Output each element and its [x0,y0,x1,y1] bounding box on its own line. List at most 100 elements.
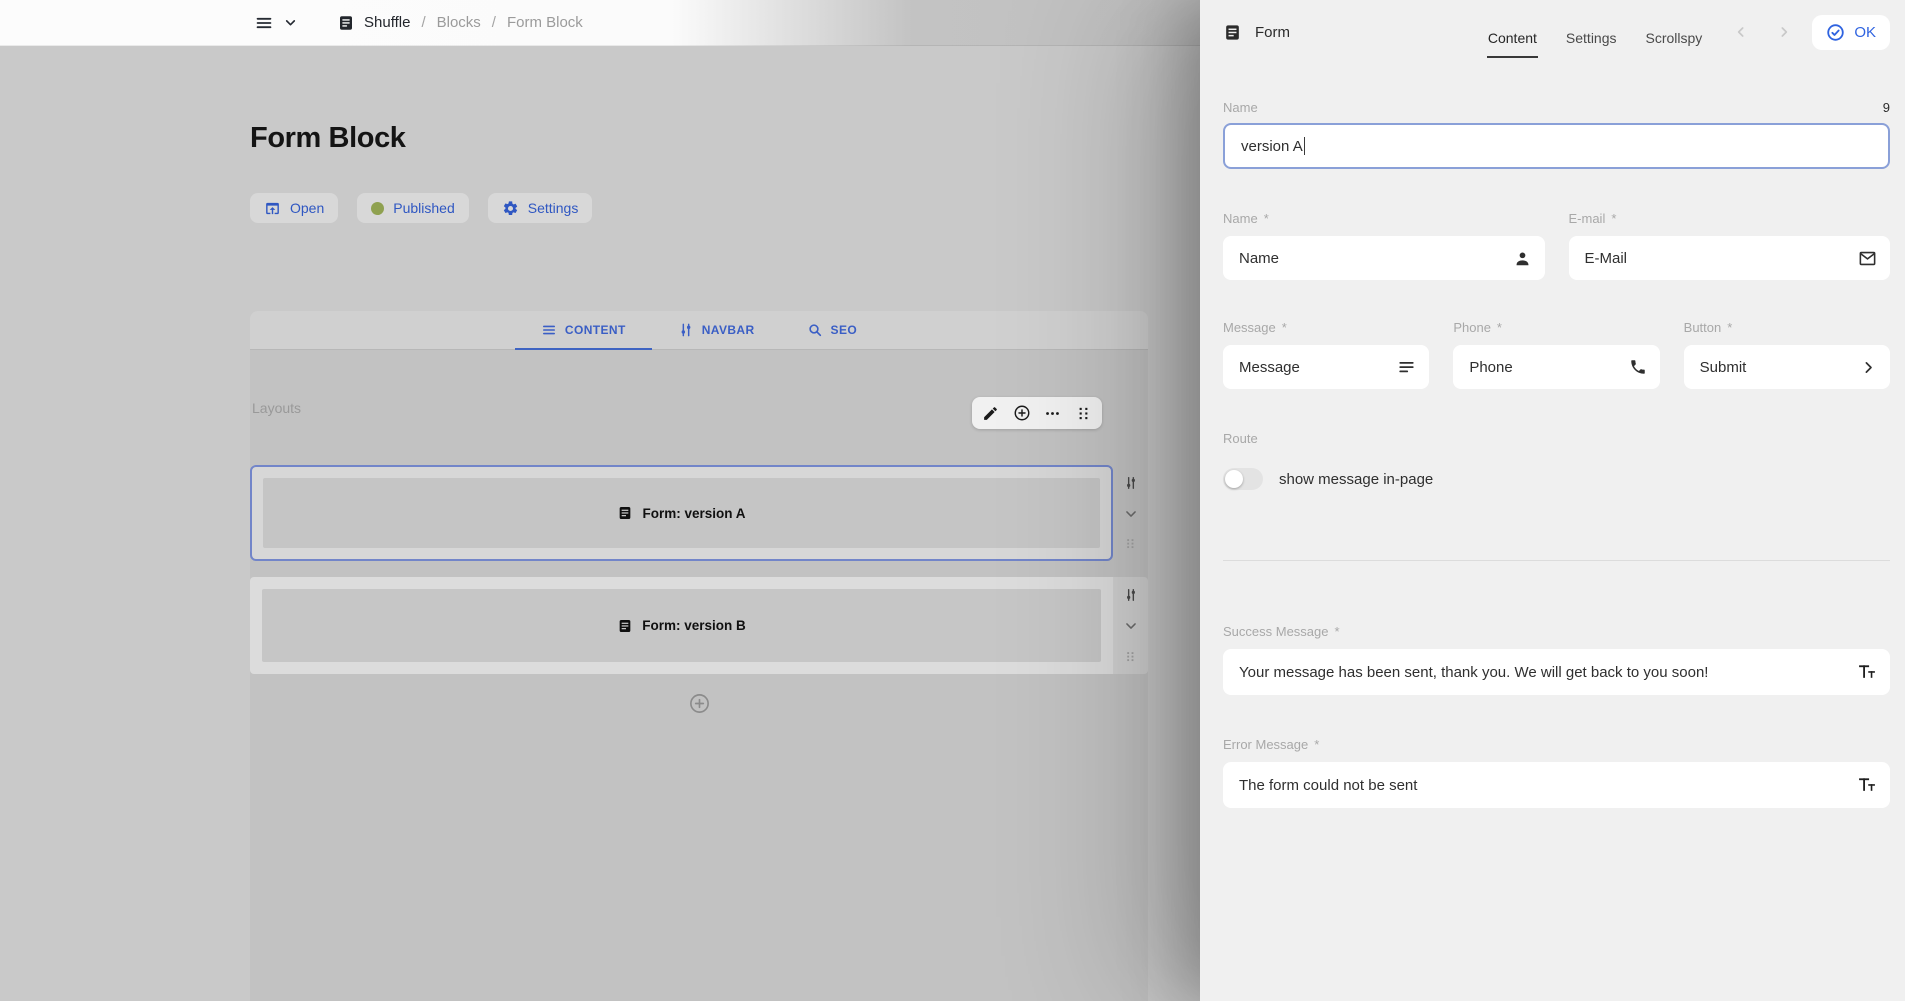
phone-icon [1629,358,1647,376]
open-button-label: Open [290,200,324,216]
email-field-value: E-Mail [1585,250,1628,267]
hamburger-icon [253,12,275,34]
divider [1223,560,1890,561]
block-name-value: version A [1241,138,1303,155]
block-settings-icon[interactable] [1124,588,1138,602]
settings-button[interactable]: Settings [488,193,593,223]
tab-navbar[interactable]: NAVBAR [652,311,781,349]
tab-content[interactable]: CONTENT [515,311,652,349]
tab-navbar-label: NAVBAR [702,323,755,337]
layout-block-label: Form: version B [642,618,746,633]
section-tabs: CONTENT NAVBAR SEO [250,311,1148,350]
settings-button-label: Settings [528,200,579,216]
text-lines-icon [1397,358,1416,377]
success-message-label: Success Message [1223,624,1329,639]
document-icon [337,14,355,32]
add-button[interactable] [1008,400,1035,426]
block-name-input[interactable]: version A [1223,123,1890,169]
tab-seo[interactable]: SEO [781,311,884,349]
char-counter: 9 [1883,100,1890,115]
form-icon [1223,23,1242,42]
button-field-value: Submit [1700,359,1747,376]
panel-title: Form [1255,24,1290,41]
gear-icon [502,200,519,217]
block-a-handles [1113,465,1148,561]
main-menu-button[interactable] [253,12,297,34]
name-field-input[interactable]: Name [1223,236,1545,280]
required-marker: * [1282,320,1287,335]
plus-circle-icon [1013,404,1031,422]
success-message-input[interactable]: Your message has been sent, thank you. W… [1223,649,1890,695]
success-message-value: Your message has been sent, thank you. W… [1239,664,1708,681]
required-marker: * [1264,211,1269,226]
drag-handle-button[interactable] [1070,400,1097,426]
breadcrumb-separator: / [421,14,425,31]
published-status-button[interactable]: Published [357,193,469,223]
toggle-knob [1225,470,1243,488]
layouts-label: Layouts [252,400,301,416]
layout-block-inner: Form: version A [263,478,1100,548]
search-icon [807,322,823,338]
phone-field-label: Phone [1453,320,1491,335]
open-button[interactable]: Open [250,193,338,223]
required-marker: * [1335,624,1340,639]
message-field-input[interactable]: Message [1223,345,1429,389]
phone-field-input[interactable]: Phone [1453,345,1659,389]
form-block-icon [617,618,633,634]
top-bar: Shuffle / Blocks / Form Block [0,0,1200,46]
message-field-label: Message [1223,320,1276,335]
form-block-icon [617,505,633,521]
ok-button[interactable]: OK [1812,15,1890,50]
layout-block-inner: Form: version B [262,589,1101,662]
email-field-input[interactable]: E-Mail [1569,236,1891,280]
sliders-icon [678,322,694,338]
more-options-button[interactable] [1039,400,1066,426]
layout-block-version-a[interactable]: Form: version A [250,465,1113,561]
layout-row-b: Form: version B [250,577,1148,674]
content-lines-icon [541,322,557,338]
layouts-area: Layouts [250,350,1148,1001]
published-label: Published [393,200,455,216]
drag-dots-icon[interactable] [1124,537,1137,550]
chevron-right-icon [1860,359,1877,376]
email-field-label: E-mail [1569,211,1606,226]
show-message-toggle[interactable] [1223,468,1263,490]
typography-icon [1857,775,1877,795]
collapse-chevron-icon[interactable] [1124,507,1138,521]
block-settings-icon[interactable] [1124,476,1138,490]
error-message-input[interactable]: The form could not be sent [1223,762,1890,808]
next-chevron-icon[interactable] [1776,24,1792,40]
person-icon [1513,249,1532,268]
error-message-value: The form could not be sent [1239,777,1417,794]
published-dot-icon [371,202,384,215]
phone-field-value: Phone [1469,359,1512,376]
add-layout-button[interactable] [688,692,711,715]
block-b-handles [1113,577,1148,674]
block-editor-card: CONTENT NAVBAR SEO Layouts [250,311,1148,1001]
name-field-label: Name [1223,211,1258,226]
layout-block-version-b[interactable]: Form: version B [250,577,1113,674]
chevron-down-icon [284,16,297,29]
button-field-label: Button [1684,320,1722,335]
panel-title-group: Form [1223,23,1290,42]
breadcrumb-section[interactable]: Blocks [437,14,481,31]
panel-tab-settings[interactable]: Settings [1565,6,1618,58]
button-field-input[interactable]: Submit [1684,345,1890,389]
ok-button-label: OK [1854,24,1876,41]
tab-content-label: CONTENT [565,323,626,337]
breadcrumb-separator: / [492,14,496,31]
edit-button[interactable] [977,400,1004,426]
panel-tab-scrollspy[interactable]: Scrollspy [1645,6,1704,58]
collapse-chevron-icon[interactable] [1124,619,1138,633]
mail-icon [1858,249,1877,268]
breadcrumb-app[interactable]: Shuffle [337,14,410,32]
panel-tab-content[interactable]: Content [1487,6,1538,58]
open-in-browser-icon [264,200,281,217]
breadcrumb: Shuffle / Blocks / Form Block [337,14,583,32]
drag-grid-icon [1075,405,1092,422]
error-message-label: Error Message [1223,737,1308,752]
prev-chevron-icon[interactable] [1733,24,1749,40]
required-marker: * [1314,737,1319,752]
drag-dots-icon[interactable] [1124,650,1137,663]
route-label: Route [1223,431,1258,446]
